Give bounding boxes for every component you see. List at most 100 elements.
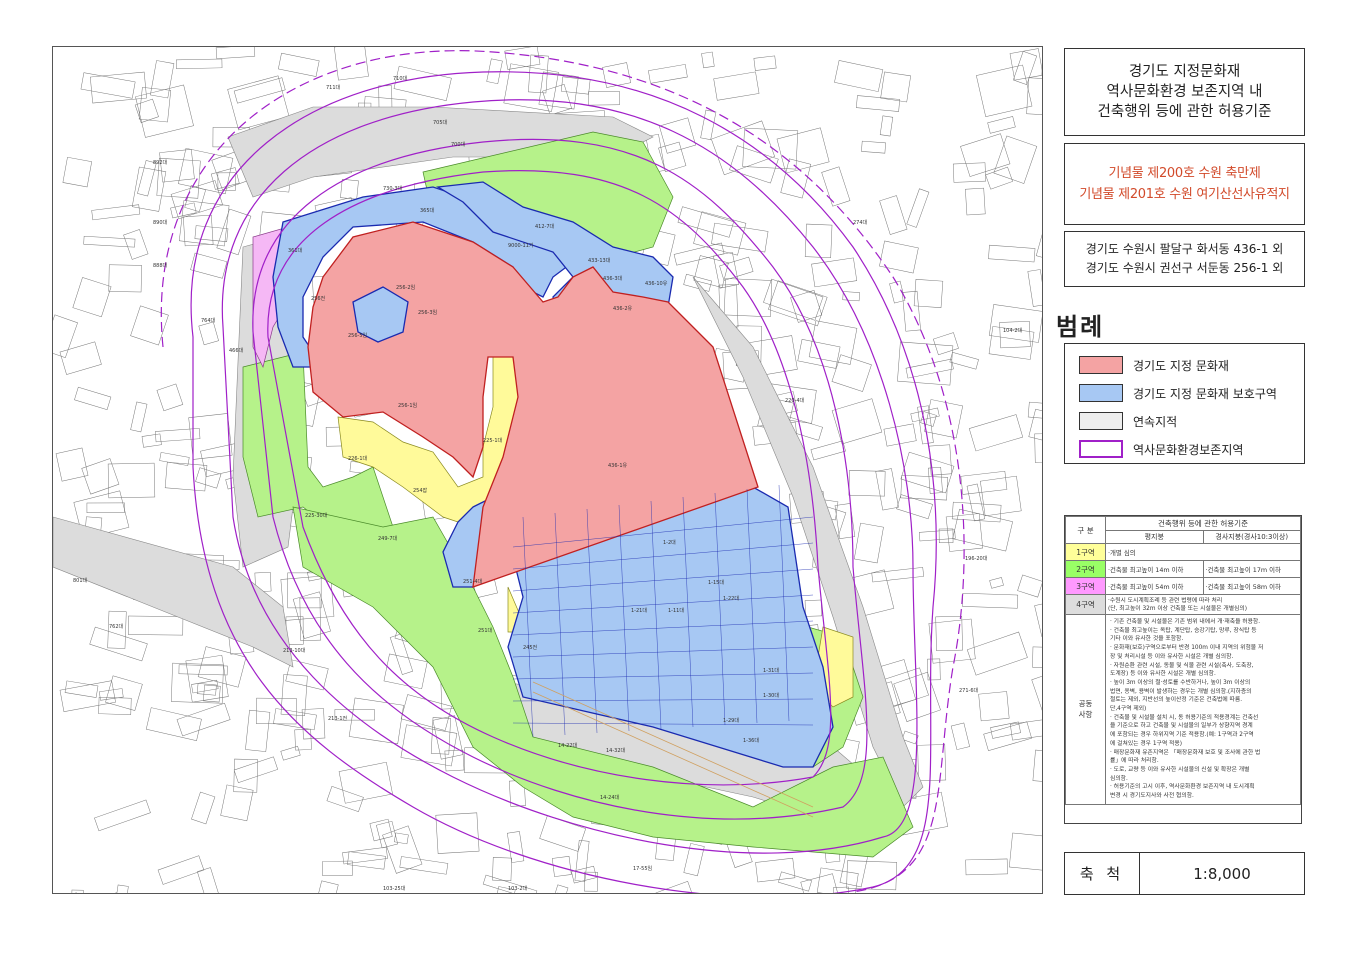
parcel-label: 1-2대 — [663, 540, 676, 546]
parcel-label: 220-4대 — [785, 398, 805, 404]
parcel-label: 1-22대 — [723, 596, 739, 602]
title-line-2: 역사문화환경 보존지역 내 — [1106, 84, 1263, 100]
common-note-line: · 건축물 및 시설물 설치 시, 동 허용기준의 적용경계는 건축선 — [1110, 714, 1259, 721]
parcel-label: 1-11대 — [668, 608, 684, 614]
common-label-2: 사항 — [1078, 710, 1093, 720]
common-note-line: · 도로, 교량 등 이와 유사한 시설물의 신설 및 확장은 개별 — [1110, 766, 1250, 773]
parcel-label: 730-3대 — [383, 186, 403, 192]
common-items-notes: · 기존 건축물 및 시설물은 기존 범위 내에서 개·재축을 허용함. · 건축… — [1105, 614, 1301, 805]
address-line-2: 경기도 수원시 권선구 서둔동 256-1 외 — [1085, 261, 1284, 275]
parcel-label: 892대 — [153, 160, 168, 166]
parcel-label: 466대 — [229, 348, 244, 354]
parcel-label: 890대 — [153, 220, 168, 226]
parcel-label: 103-25대 — [383, 886, 406, 892]
common-note-line: · 자원순환 관련 시설, 동물 및 식물 관련 시설(축사, 도축장, — [1110, 662, 1254, 669]
parcel-label: 251-4대 — [463, 579, 483, 585]
parcel-label: 256-2임 — [396, 285, 416, 291]
criteria-table: 구 분 건축행위 등에 관한 허용기준 평지붕 경사지붕(경사10:3이상) 1… — [1064, 515, 1302, 824]
parcel-label: 801대 — [73, 578, 88, 584]
parcel-label: 705대 — [433, 120, 448, 126]
parcel-label: 860대 — [63, 892, 77, 893]
zone-2-flat-rule: ·건축물 최고높이 14m 이하 — [1105, 560, 1204, 578]
map-view[interactable]: 256-1임 436-1유 256-2임 256-3임 256-5임 256전 361대 22… — [52, 46, 1043, 894]
parcel-label: 225-30대 — [305, 513, 328, 519]
parcel-label: 1-21대 — [631, 608, 647, 614]
common-note-line: 절토는 제외, 지반선의 높이산정 기준은 건축법에 따름. — [1110, 697, 1243, 704]
parcel-label: 196-20대 — [965, 556, 988, 562]
zone-2-label: 2구역 — [1065, 560, 1106, 578]
common-note-line: 단,4구역 제외) — [1110, 706, 1147, 713]
parcel-label: 1-30대 — [763, 693, 779, 699]
map-title-box: 경기도 지정문화재 역사문화환경 보존지역 내 건축행위 등에 관한 허용기준 — [1064, 48, 1305, 136]
scale-label: 축 척 — [1065, 853, 1140, 894]
parcel-label: 710대 — [393, 76, 408, 82]
common-label-1: 공동 — [1078, 699, 1093, 709]
common-note-line: 기타 이와 유사한 것을 포함함. — [1110, 636, 1184, 643]
zone-2-slope-rule: ·건축물 최고높이 17m 이하 — [1202, 560, 1301, 578]
criteria-header: 건축행위 등에 관한 허용기준 — [1105, 516, 1301, 531]
common-note-line: 에 포함되는 경우 하위지역 기준 적용함.(예: 1구역과 2구역 — [1110, 732, 1254, 739]
cultural-asset-box: 기념물 제200호 수원 축만제 기념물 제201호 수원 여기산선사유적지 — [1064, 143, 1305, 225]
common-note-line: · 문화재(보호)구역으로부터 반경 100m 이내 지역의 위험물 저 — [1110, 645, 1264, 652]
zone-1-rule: ·개별 심의 — [1105, 543, 1301, 561]
map-canvas[interactable] — [53, 47, 1043, 894]
parcel-label: 256-1임 — [398, 403, 418, 409]
legend-swatch-blue — [1079, 384, 1123, 402]
parcel-label: 412-7대 — [535, 224, 555, 230]
zone-4-label: 4구역 — [1065, 594, 1106, 615]
common-note-line: 심의함. — [1110, 775, 1128, 782]
parcel-label: 888대 — [153, 263, 168, 269]
common-note-line: 도계장) 등 이와 유사한 시설은 개별 심의함. — [1110, 671, 1216, 678]
parcel-label: 213-10대 — [283, 648, 306, 654]
zone-3-flat-rule: ·건축물 최고높이 54m 이하 — [1105, 577, 1204, 595]
parcel-label: 249-7대 — [378, 536, 398, 542]
common-items-label: 공동 사항 — [1065, 614, 1106, 805]
zone-4-rule: ·수원시 도시계획조례 등 관련 법령에 따라 처리 (단, 최고높이 32m … — [1105, 594, 1301, 615]
parcel-label: 1-15대 — [708, 580, 724, 586]
parcel-label: 861대 — [103, 892, 117, 893]
parcel-label: 764대 — [201, 318, 216, 324]
zone-3-label: 3구역 — [1065, 577, 1106, 595]
parcel-label: 225-1대 — [483, 438, 503, 444]
parcel-label: 365대 — [420, 208, 435, 214]
parcel-label: 256전 — [311, 296, 326, 302]
parcel-label: 711대 — [326, 85, 341, 91]
parcel-label: 14-32대 — [606, 748, 626, 754]
parcel-label: 226-1대 — [348, 456, 368, 462]
legend-label: 역사문화환경보존지역 — [1133, 442, 1244, 457]
parcel-label: 9000-11기 — [508, 243, 534, 249]
parcel-label: 245전 — [523, 645, 538, 651]
parcel-label: 1-29대 — [723, 718, 739, 724]
address-box: 경기도 수원시 팔달구 화서동 436-1 외 경기도 수원시 권선구 서둔동 … — [1064, 231, 1305, 287]
common-note-line: · 건축물 최고높이는 옥탑, 계단탑, 승강기탑, 망루, 장식탑 등 — [1110, 627, 1257, 634]
title-line-1: 경기도 지정문화재 — [1128, 64, 1241, 80]
legend-item-protection-zone: 경기도 지정 문화재 보호구역 — [1079, 384, 1277, 402]
parcel-label: 1-36대 — [743, 738, 759, 744]
common-note-line: 장 및 처리시설 등 이와 유사한 시설은 개별 심의함. — [1110, 653, 1234, 660]
common-note-line: 률」에 따라 처리함. — [1110, 758, 1159, 765]
parcel-label: 271-6대 — [959, 688, 979, 694]
parcel-label: 1-31대 — [763, 668, 779, 674]
zone-3-slope-rule: ·건축물 최고높이 58m 이하 — [1202, 577, 1301, 595]
common-note-line: 법면, 옹벽, 용벽이 발생하는 경우는 개별 심의함.(지하층의 — [1110, 688, 1252, 695]
criteria-grid: 구 분 건축행위 등에 관한 허용기준 평지붕 경사지붕(경사10:3이상) 1… — [1065, 516, 1301, 805]
common-note-line: · 높이 3m 이상의 절·성토를 수반하거나, 높이 3m 이상의 — [1110, 679, 1251, 686]
address-line-1: 경기도 수원시 팔달구 화서동 436-1 외 — [1085, 242, 1284, 256]
parcel-label: 762대 — [109, 624, 124, 630]
parcel-label: 274대 — [853, 220, 868, 226]
parcel-label: 436-1유 — [608, 463, 628, 469]
title-line-3: 건축행위 등에 관한 허용기준 — [1097, 104, 1272, 120]
asset-line-1: 기념물 제200호 수원 축만제 — [1108, 166, 1261, 181]
common-note-line: 을 기준으로 하고 건축물 및 시설물의 일부가 상향지역 경계 — [1110, 723, 1253, 730]
scale-box: 축 척 1:8,000 — [1064, 852, 1305, 895]
parcel-label: 213-1전 — [328, 716, 348, 722]
zone-1-label: 1구역 — [1065, 543, 1106, 561]
parcel-label: 256-5임 — [348, 333, 368, 339]
parcel-label: 254잡 — [413, 488, 428, 494]
legend-swatch-gray — [1079, 412, 1123, 430]
common-note-line: 변경 시 경기도지사와 사전 협의함. — [1110, 793, 1194, 800]
zone-4-rule-line-2: (단, 최고높이 32m 이상 건축물 또는 시설물은 개별심의) — [1108, 605, 1247, 612]
common-note-line: 에 걸쳐있는 경우 1구역 적용) — [1110, 740, 1182, 747]
parcel-label: 436-10유 — [645, 281, 668, 287]
parcel-label: 103-2대 — [508, 886, 528, 892]
